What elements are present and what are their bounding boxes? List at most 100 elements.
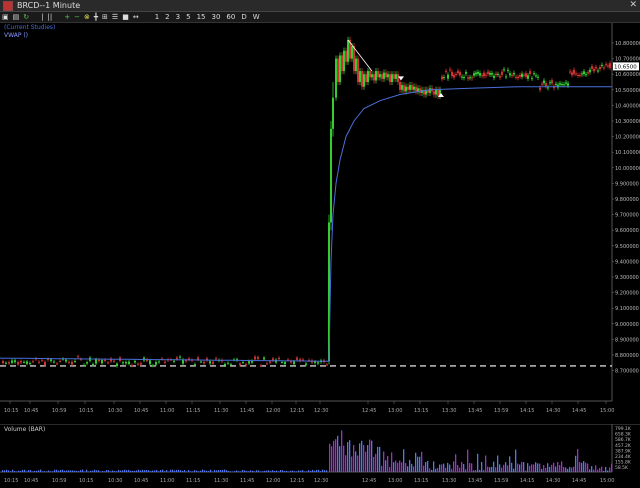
candle-body <box>20 360 22 363</box>
volume-bar <box>214 470 216 472</box>
interval-button-15[interactable]: 15 <box>197 12 206 22</box>
volume-bar <box>399 460 401 472</box>
volume-bar <box>240 471 242 472</box>
candle-body <box>449 69 451 71</box>
interval-button-w[interactable]: W <box>253 12 260 22</box>
candle-body <box>337 58 339 82</box>
crosshair-icon[interactable]: ╋ <box>94 12 98 22</box>
volume-bar <box>288 471 290 472</box>
volume-bar <box>599 468 601 472</box>
interval-button-60[interactable]: 60 <box>226 12 235 22</box>
price-chart-pane[interactable]: 10.800000 10.700000 10.600000 10.500000 10.4… <box>0 23 640 423</box>
candle-body <box>125 361 127 364</box>
volume-time-label: 14:30 <box>546 478 560 484</box>
candle-body <box>437 89 439 97</box>
volume-bar <box>80 470 82 472</box>
volume-bar <box>192 471 194 472</box>
close-icon[interactable]: ✕ <box>629 0 637 10</box>
candle-body <box>407 86 409 90</box>
camera-icon[interactable]: ■ <box>122 12 129 22</box>
time-axis-label: 11:45 <box>240 408 254 414</box>
interval-button-2[interactable]: 2 <box>165 12 169 22</box>
candle-body <box>152 365 154 367</box>
volume-bar <box>300 470 302 472</box>
candle-body <box>197 357 199 360</box>
volume-bar <box>34 470 36 472</box>
print-icon[interactable]: ▤ <box>13 12 20 22</box>
candle-body <box>525 73 527 77</box>
volume-bar <box>527 463 529 472</box>
volume-bar <box>367 445 369 472</box>
volume-bar <box>42 471 44 472</box>
volume-bar <box>166 470 168 472</box>
volume-time-label: 11:15 <box>186 478 200 484</box>
time-axis-label: 12:15 <box>290 408 304 414</box>
candle-body <box>68 361 70 363</box>
volume-bar <box>180 470 182 472</box>
price-axis-label: 10.800000 <box>615 41 640 47</box>
volume-bar <box>56 469 58 472</box>
volume-bar <box>573 466 575 472</box>
volume-bar <box>230 471 232 472</box>
volume-bar <box>457 465 459 472</box>
volume-chart-pane[interactable]: 799.1K 658.3K 586.7K 457.2K 387.9K 234.4K 155.… <box>0 423 640 484</box>
volume-time-label: 14:15 <box>520 478 534 484</box>
candle-body <box>373 74 375 81</box>
candle-body <box>459 72 461 76</box>
arrows-icon[interactable]: ↔ <box>133 12 139 22</box>
candle-body <box>53 361 55 363</box>
candle-body <box>131 365 133 367</box>
candle-body <box>387 74 389 78</box>
volume-time-label: 12:00 <box>266 478 280 484</box>
volume-bar <box>70 470 72 472</box>
interval-button-30[interactable]: 30 <box>212 12 221 22</box>
volume-bar <box>451 468 453 472</box>
price-axis-label: 8.700000 <box>615 369 639 375</box>
candle-body <box>463 76 465 79</box>
candle-body <box>429 88 431 93</box>
pause-icon[interactable]: || <box>47 12 52 22</box>
candle-body <box>330 128 332 223</box>
candle-body <box>573 69 575 74</box>
candle-body <box>74 360 76 362</box>
candle-body <box>134 360 136 363</box>
volume-bar <box>493 461 495 472</box>
candle-body <box>485 74 487 76</box>
interval-button-3[interactable]: 3 <box>176 12 180 22</box>
price-axis-label: 8.800000 <box>615 353 639 359</box>
volume-time-label: 12:45 <box>362 478 376 484</box>
scroll-icon[interactable]: | <box>41 12 43 22</box>
grid-icon[interactable]: ⊞ <box>102 12 108 22</box>
candle-body <box>56 363 58 365</box>
interval-button-d[interactable]: D <box>241 12 246 22</box>
candle-body <box>355 58 357 72</box>
candle-body <box>467 77 469 79</box>
candle-body <box>397 74 399 82</box>
interval-button-1[interactable]: 1 <box>155 12 159 22</box>
time-axis-label: 12:30 <box>314 408 328 414</box>
candle-body <box>317 362 319 364</box>
zoom-out-icon[interactable]: − <box>74 12 80 22</box>
volume-bar <box>326 470 328 472</box>
volume-bar <box>156 469 158 472</box>
volume-bar <box>433 461 435 472</box>
interval-button-5[interactable]: 5 <box>186 12 190 22</box>
refresh-icon[interactable]: ↻ <box>23 12 29 22</box>
candle-body <box>587 72 589 74</box>
zoom-in-icon[interactable]: + <box>64 12 70 22</box>
volume-time-label: 13:00 <box>388 478 402 484</box>
candle-body <box>137 363 139 365</box>
draw-icon[interactable]: ⊗ <box>84 12 90 22</box>
price-chart[interactable]: 10.800000 10.700000 10.600000 10.500000 10.4… <box>0 23 640 423</box>
candle-body <box>314 361 316 364</box>
volume-bar <box>136 470 138 472</box>
volume-chart[interactable]: 799.1K658.3K586.7K457.2K387.9K234.4K155.… <box>0 423 640 484</box>
candle-body <box>347 39 349 62</box>
volume-bar <box>611 463 613 472</box>
lock-icon[interactable]: ▣ <box>2 12 9 22</box>
volume-time-label: 12:15 <box>290 478 304 484</box>
list-icon[interactable]: ☰ <box>112 12 118 22</box>
volume-bar <box>553 462 555 472</box>
volume-bar <box>519 464 521 472</box>
candle-body <box>50 359 52 362</box>
